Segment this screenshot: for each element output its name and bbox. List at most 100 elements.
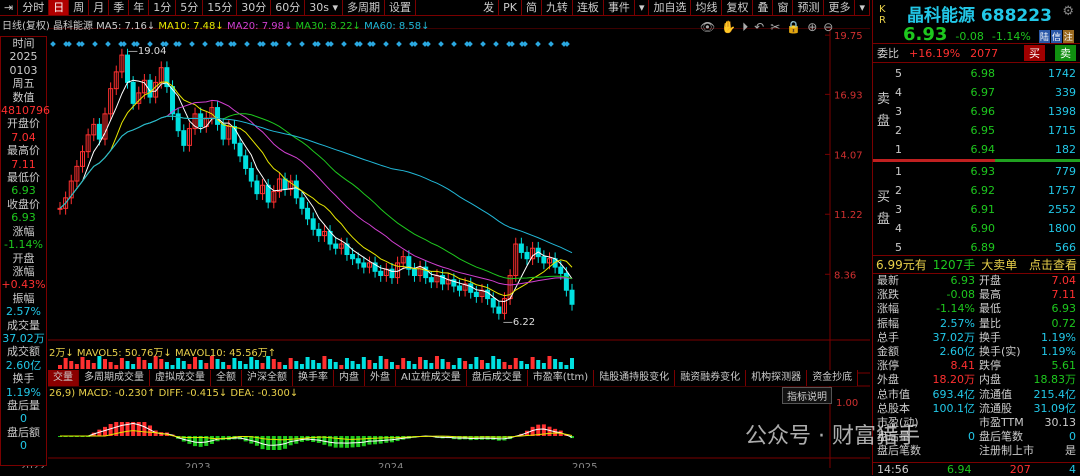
candle-body [182, 131, 186, 146]
period-tab[interactable]: 30s ▾ [305, 0, 343, 15]
period-tab[interactable]: 设置 [385, 0, 416, 15]
period-tab[interactable]: 1分 [149, 0, 176, 15]
toolbar-button[interactable]: 连板 [573, 0, 604, 15]
toolbar-button[interactable]: 预测 [793, 0, 824, 15]
indicator-tab[interactable]: 市盈率(ttm) [528, 370, 594, 386]
toolbar-button[interactable]: 九转 [542, 0, 573, 15]
stat-value: 2.60亿 [917, 345, 975, 359]
toolbar-button[interactable]: PK [499, 0, 522, 15]
asks-row: 36.961398 [895, 102, 1076, 121]
signal-marker [176, 41, 182, 47]
stat-value: 100.1亿 [917, 402, 975, 416]
indicator-tab[interactable]: 外盘 [365, 370, 396, 386]
toolbar-button[interactable]: 叠 [753, 0, 773, 15]
indicator-tab[interactable]: AI立桩成交量 [396, 370, 467, 386]
volume-bar [306, 357, 310, 369]
toolbar-button[interactable]: 简 [522, 0, 542, 15]
kline-chart[interactable]: 19.7516.9314.0711.228.362022202320242025… [0, 28, 870, 468]
indicator-tab[interactable]: 交量 [48, 370, 79, 386]
period-tab[interactable]: 周 [69, 0, 89, 15]
high-label: —19.04 [128, 46, 167, 57]
gear-icon[interactable]: ⚙ [1062, 4, 1074, 19]
period-tab[interactable]: 日 [49, 0, 69, 15]
indicator-tab[interactable]: 沪深全额 [242, 370, 293, 386]
indicator-tab[interactable]: 虚拟成交量 [150, 370, 211, 386]
period-tab[interactable]: 多周期 [343, 0, 385, 15]
info-item: 2.57% [1, 305, 46, 318]
period-tab[interactable]: 15分 [203, 0, 237, 15]
candle-body [351, 255, 355, 259]
ma5-line [60, 80, 572, 301]
indicator-help-button[interactable]: 指标说明 [782, 387, 832, 404]
stat-value: 7.11 [1031, 288, 1076, 302]
toolbar-button[interactable]: 发 [479, 0, 499, 15]
volume-bar [159, 359, 163, 369]
price: 6.92 [935, 181, 995, 200]
level: 5 [895, 64, 935, 83]
stat-row: 振幅2.57%量比0.72 [873, 317, 1080, 331]
info-item: 成交额 [1, 345, 46, 358]
volume-bar [446, 362, 450, 369]
quote-panel: K R 晶科能源 688223 ⚙ 6.93 -0.08 -1.14% 陆信注 … [872, 0, 1080, 475]
candle-body [469, 284, 473, 292]
toolbar-button[interactable]: 复权 [722, 0, 753, 15]
chart-tools[interactable]: 👁✋⏵↶✂🔒⊕⊖ [700, 20, 839, 35]
period-tab[interactable]: 年 [129, 0, 149, 15]
stat-value: 37.02万 [917, 331, 975, 345]
macd-bar [367, 436, 371, 445]
bids-row: 16.93779 [895, 162, 1076, 181]
signal-marker [299, 41, 305, 47]
indicator-tab[interactable]: 机构探测器 [746, 370, 807, 386]
toolbar-button[interactable]: ▾ [855, 0, 870, 15]
stat-label: 最新 [877, 274, 917, 288]
volume-bar [553, 359, 557, 369]
volume-bar [289, 358, 293, 369]
period-tab[interactable]: 月 [89, 0, 109, 15]
bigorder-price: 6.99元有 [876, 256, 927, 271]
volume-bar [232, 358, 236, 369]
indicator-tab[interactable]: 换手率 [293, 370, 334, 386]
volume-bar [171, 365, 175, 369]
buy-button[interactable]: 买 [1024, 45, 1045, 61]
toolbar-button[interactable]: ▾ [635, 0, 650, 15]
bigorder-view-link[interactable]: 点击查看 [1029, 256, 1077, 271]
period-tab[interactable]: 30分 [237, 0, 271, 15]
toolbar-button[interactable]: 加自选 [649, 0, 691, 15]
indicator-tab[interactable]: 盘后成交量 [467, 370, 528, 386]
volume-bar [514, 358, 518, 369]
volume-bar [255, 360, 259, 369]
indicator-tab[interactable]: 内盘 [334, 370, 365, 386]
volume-bar [86, 360, 90, 369]
toolbar-button[interactable]: 窗 [773, 0, 793, 15]
indicator-tab[interactable]: 多周期成交量 [79, 370, 150, 386]
indicator-tab[interactable]: 资金抄底 [807, 370, 858, 386]
info-item: 最高价 [1, 144, 46, 157]
y-tick-label: 16.93 [834, 90, 863, 101]
stat-label: 内盘 [975, 373, 1031, 387]
signal-marker [315, 41, 321, 47]
volume-bar [384, 359, 388, 369]
volume-bar [570, 358, 574, 369]
volume: 1757 [995, 181, 1076, 200]
toolbar-button[interactable]: 事件 [604, 0, 635, 15]
webi-value: +16.19% [909, 47, 960, 60]
period-tab[interactable]: 60分 [271, 0, 305, 15]
macd-bar [345, 436, 349, 448]
stat-value: -1.14% [917, 302, 975, 316]
badge-lu: 陆 [1039, 30, 1050, 43]
y-tick-label: 8.36 [834, 270, 856, 281]
sell-button[interactable]: 卖 [1055, 45, 1076, 61]
period-tab[interactable]: 5分 [176, 0, 203, 15]
signal-marker [509, 41, 515, 47]
period-tab[interactable]: 季 [109, 0, 129, 15]
indicator-tab[interactable]: 融资融券变化 [675, 370, 746, 386]
period-tab[interactable]: 分时 [18, 0, 49, 15]
stat-value: 7.04 [1031, 274, 1076, 288]
toolbar-button[interactable]: 更多 [824, 0, 855, 15]
indicator-tab[interactable]: 全额 [211, 370, 242, 386]
indicator-tab[interactable]: 陆股通持股变化 [594, 370, 675, 386]
pin-icon[interactable]: ⇥ [0, 0, 18, 15]
stat-label: 涨幅 [877, 302, 917, 316]
toolbar-button[interactable]: 均线 [691, 0, 722, 15]
stat-row: 最新6.93开盘7.04 [873, 274, 1080, 288]
